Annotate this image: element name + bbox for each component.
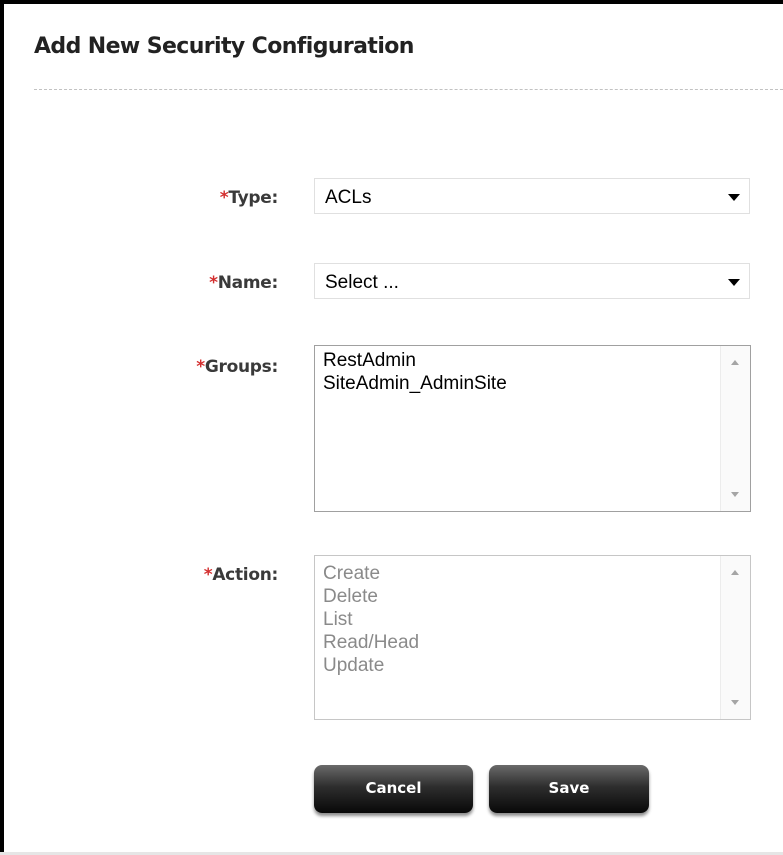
action-scrollbar[interactable] [720, 556, 750, 719]
action-option[interactable]: Create [323, 562, 419, 585]
name-select-value: Select ... [325, 272, 399, 293]
action-option[interactable]: Read/Head [323, 631, 419, 654]
type-label: *Type: [220, 188, 279, 208]
groups-option[interactable]: RestAdmin [323, 349, 507, 372]
caret-down-icon [728, 194, 740, 201]
action-option[interactable]: List [323, 608, 419, 631]
scroll-down-arrow-icon[interactable] [731, 700, 739, 705]
cancel-button[interactable]: Cancel [314, 765, 473, 813]
required-marker: * [196, 357, 205, 377]
name-label: *Name: [209, 273, 278, 293]
scroll-up-arrow-icon[interactable] [731, 570, 739, 575]
title-divider [34, 89, 783, 90]
action-option[interactable]: Update [323, 654, 419, 677]
name-select[interactable]: Select ... [314, 263, 750, 299]
type-label-text: Type: [228, 188, 278, 208]
scroll-down-arrow-icon[interactable] [731, 492, 739, 497]
type-select-value: ACLs [325, 187, 372, 208]
caret-down-icon [728, 279, 740, 286]
groups-scrollbar[interactable] [720, 346, 750, 511]
action-label: *Action: [204, 565, 279, 585]
groups-label: *Groups: [196, 357, 278, 377]
window-border-left [0, 0, 4, 855]
action-listbox[interactable]: Create Delete List Read/Head Update [314, 555, 751, 720]
scroll-up-arrow-icon[interactable] [731, 360, 739, 365]
window-border-top [0, 0, 783, 4]
type-select[interactable]: ACLs [314, 178, 750, 214]
action-option[interactable]: Delete [323, 585, 419, 608]
page-title: Add New Security Configuration [34, 34, 414, 59]
groups-listbox[interactable]: RestAdmin SiteAdmin_AdminSite [314, 345, 751, 512]
name-label-text: Name: [217, 273, 279, 293]
action-label-text: Action: [212, 565, 278, 585]
save-button[interactable]: Save [489, 765, 649, 813]
required-marker: * [209, 273, 218, 293]
groups-option[interactable]: SiteAdmin_AdminSite [323, 372, 507, 395]
groups-label-text: Groups: [204, 357, 278, 377]
